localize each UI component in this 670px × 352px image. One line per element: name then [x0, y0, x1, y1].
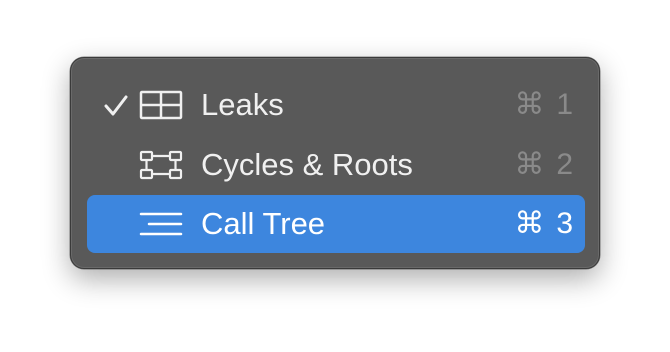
- menu-item-label: Call Tree: [201, 206, 326, 241]
- view-menu: Leaks ⌘ 1 Cycles & Roots ⌘ 2 Call Tree ⌘ 3: [70, 57, 600, 269]
- command-key-icon: ⌘: [514, 207, 545, 240]
- shortcut-key: 1: [556, 88, 573, 121]
- call-tree-icon: [139, 212, 183, 236]
- keyboard-shortcut: ⌘ 3: [514, 204, 573, 244]
- graph-nodes-icon: [139, 150, 183, 180]
- menu-item-label: Cycles & Roots: [201, 147, 413, 182]
- table-grid-icon: [139, 90, 183, 120]
- checkmark-icon: [104, 95, 128, 116]
- shortcut-key: 3: [556, 207, 573, 240]
- command-key-icon: ⌘: [514, 88, 545, 121]
- menu-item-leaks[interactable]: Leaks ⌘ 1: [87, 76, 585, 134]
- menu-item-call-tree[interactable]: Call Tree ⌘ 3: [87, 195, 585, 253]
- menu-item-cycles-roots[interactable]: Cycles & Roots ⌘ 2: [87, 136, 585, 194]
- menu-item-label: Leaks: [201, 87, 284, 122]
- keyboard-shortcut: ⌘ 2: [514, 145, 573, 185]
- shortcut-key: 2: [556, 148, 573, 181]
- keyboard-shortcut: ⌘ 1: [514, 85, 573, 125]
- command-key-icon: ⌘: [514, 148, 545, 181]
